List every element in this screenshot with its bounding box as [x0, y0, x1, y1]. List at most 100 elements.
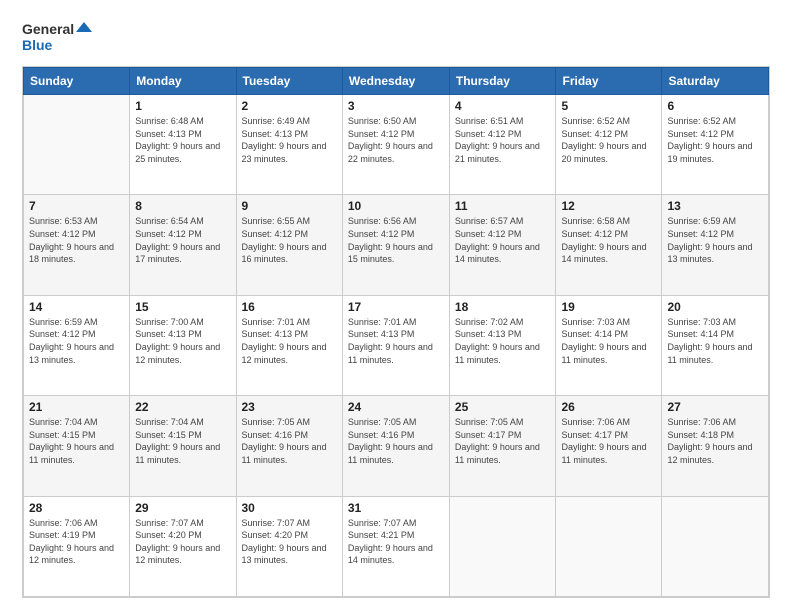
- calendar-table: SundayMondayTuesdayWednesdayThursdayFrid…: [23, 67, 769, 597]
- cell-info: Sunrise: 7:07 AMSunset: 4:21 PMDaylight:…: [348, 517, 444, 567]
- day-number: 17: [348, 300, 444, 314]
- cell-info: Sunrise: 6:52 AMSunset: 4:12 PMDaylight:…: [561, 115, 656, 165]
- calendar-cell: 2Sunrise: 6:49 AMSunset: 4:13 PMDaylight…: [236, 95, 342, 195]
- day-number: 13: [667, 199, 763, 213]
- calendar-cell: 5 Sunrise: 6:52 AMSunset: 4:12 PMDaylight…: [556, 95, 662, 195]
- svg-text:Blue: Blue: [22, 37, 53, 53]
- week-row-3: 14 Sunrise: 6:59 AMSunset: 4:12 PMDayligh…: [24, 295, 769, 395]
- cell-info: Sunrise: 7:05 AMSunset: 4:16 PMDaylight:…: [242, 416, 337, 466]
- day-header-sunday: Sunday: [24, 68, 130, 95]
- calendar-cell: 1 Sunrise: 6:48 AMSunset: 4:13 PMDaylight…: [130, 95, 236, 195]
- cell-info: Sunrise: 6:57 AMSunset: 4:12 PMDaylight:…: [455, 215, 551, 265]
- day-number: 1: [135, 99, 230, 113]
- calendar-cell: 4 Sunrise: 6:51 AMSunset: 4:12 PMDaylight…: [449, 95, 556, 195]
- header-row: SundayMondayTuesdayWednesdayThursdayFrid…: [24, 68, 769, 95]
- day-number: 27: [667, 400, 763, 414]
- day-header-wednesday: Wednesday: [342, 68, 449, 95]
- day-number: 15: [135, 300, 230, 314]
- day-number: 23: [242, 400, 337, 414]
- cell-info: Sunrise: 7:04 AMSunset: 4:15 PMDaylight:…: [29, 416, 124, 466]
- day-number: 10: [348, 199, 444, 213]
- day-number: 28: [29, 501, 124, 515]
- calendar-cell: 22Sunrise: 7:04 AMSunset: 4:15 PMDayligh…: [130, 396, 236, 496]
- cell-info: Sunrise: 6:54 AMSunset: 4:12 PMDaylight:…: [135, 215, 230, 265]
- calendar: SundayMondayTuesdayWednesdayThursdayFrid…: [22, 66, 770, 598]
- cell-info: Sunrise: 7:07 AMSunset: 4:20 PMDaylight:…: [242, 517, 337, 567]
- day-number: 5: [561, 99, 656, 113]
- logo: General Blue: [22, 18, 92, 56]
- cell-info: Sunrise: 6:51 AMSunset: 4:12 PMDaylight:…: [455, 115, 551, 165]
- day-number: 26: [561, 400, 656, 414]
- day-number: 25: [455, 400, 551, 414]
- cell-info: Sunrise: 6:49 AMSunset: 4:13 PMDaylight:…: [242, 115, 337, 165]
- cell-info: Sunrise: 7:05 AMSunset: 4:16 PMDaylight:…: [348, 416, 444, 466]
- cell-info: Sunrise: 7:07 AMSunset: 4:20 PMDaylight:…: [135, 517, 230, 567]
- calendar-cell: 30 Sunrise: 7:07 AMSunset: 4:20 PMDayligh…: [236, 496, 342, 596]
- day-number: 8: [135, 199, 230, 213]
- calendar-cell: [556, 496, 662, 596]
- cell-info: Sunrise: 6:59 AMSunset: 4:12 PMDaylight:…: [29, 316, 124, 366]
- calendar-cell: 17Sunrise: 7:01 AMSunset: 4:13 PMDayligh…: [342, 295, 449, 395]
- week-row-1: 1 Sunrise: 6:48 AMSunset: 4:13 PMDaylight…: [24, 95, 769, 195]
- calendar-cell: 6Sunrise: 6:52 AMSunset: 4:12 PMDaylight…: [662, 95, 769, 195]
- cell-info: Sunrise: 6:55 AMSunset: 4:12 PMDaylight:…: [242, 215, 337, 265]
- day-number: 4: [455, 99, 551, 113]
- calendar-cell: 28 Sunrise: 7:06 AMSunset: 4:19 PMDayligh…: [24, 496, 130, 596]
- calendar-cell: 3Sunrise: 6:50 AMSunset: 4:12 PMDaylight…: [342, 95, 449, 195]
- cell-info: Sunrise: 6:56 AMSunset: 4:12 PMDaylight:…: [348, 215, 444, 265]
- day-number: 21: [29, 400, 124, 414]
- cell-info: Sunrise: 7:06 AMSunset: 4:17 PMDaylight:…: [561, 416, 656, 466]
- calendar-cell: [24, 95, 130, 195]
- day-number: 9: [242, 199, 337, 213]
- day-number: 14: [29, 300, 124, 314]
- cell-info: Sunrise: 6:58 AMSunset: 4:12 PMDaylight:…: [561, 215, 656, 265]
- cell-info: Sunrise: 7:06 AMSunset: 4:19 PMDaylight:…: [29, 517, 124, 567]
- cell-info: Sunrise: 7:00 AMSunset: 4:13 PMDaylight:…: [135, 316, 230, 366]
- calendar-cell: 13Sunrise: 6:59 AMSunset: 4:12 PMDayligh…: [662, 195, 769, 295]
- calendar-cell: 29 Sunrise: 7:07 AMSunset: 4:20 PMDayligh…: [130, 496, 236, 596]
- calendar-cell: [662, 496, 769, 596]
- calendar-cell: 11 Sunrise: 6:57 AMSunset: 4:12 PMDayligh…: [449, 195, 556, 295]
- calendar-cell: 20 Sunrise: 7:03 AMSunset: 4:14 PMDayligh…: [662, 295, 769, 395]
- header: General Blue: [22, 18, 770, 56]
- day-number: 30: [242, 501, 337, 515]
- cell-info: Sunrise: 7:01 AMSunset: 4:13 PMDaylight:…: [242, 316, 337, 366]
- day-number: 31: [348, 501, 444, 515]
- cell-info: Sunrise: 7:03 AMSunset: 4:14 PMDaylight:…: [561, 316, 656, 366]
- day-number: 11: [455, 199, 551, 213]
- day-header-monday: Monday: [130, 68, 236, 95]
- cell-info: Sunrise: 7:02 AMSunset: 4:13 PMDaylight:…: [455, 316, 551, 366]
- week-row-5: 28 Sunrise: 7:06 AMSunset: 4:19 PMDayligh…: [24, 496, 769, 596]
- day-number: 12: [561, 199, 656, 213]
- cell-info: Sunrise: 7:06 AMSunset: 4:18 PMDaylight:…: [667, 416, 763, 466]
- day-number: 20: [667, 300, 763, 314]
- calendar-cell: [449, 496, 556, 596]
- day-number: 7: [29, 199, 124, 213]
- cell-info: Sunrise: 7:04 AMSunset: 4:15 PMDaylight:…: [135, 416, 230, 466]
- calendar-cell: 31 Sunrise: 7:07 AMSunset: 4:21 PMDayligh…: [342, 496, 449, 596]
- cell-info: Sunrise: 7:03 AMSunset: 4:14 PMDaylight:…: [667, 316, 763, 366]
- calendar-cell: 21 Sunrise: 7:04 AMSunset: 4:15 PMDayligh…: [24, 396, 130, 496]
- day-header-thursday: Thursday: [449, 68, 556, 95]
- calendar-cell: 23 Sunrise: 7:05 AMSunset: 4:16 PMDayligh…: [236, 396, 342, 496]
- day-number: 3: [348, 99, 444, 113]
- day-number: 29: [135, 501, 230, 515]
- calendar-cell: 19Sunrise: 7:03 AMSunset: 4:14 PMDayligh…: [556, 295, 662, 395]
- calendar-cell: 9 Sunrise: 6:55 AMSunset: 4:12 PMDaylight…: [236, 195, 342, 295]
- week-row-4: 21 Sunrise: 7:04 AMSunset: 4:15 PMDayligh…: [24, 396, 769, 496]
- calendar-cell: 14 Sunrise: 6:59 AMSunset: 4:12 PMDayligh…: [24, 295, 130, 395]
- day-number: 24: [348, 400, 444, 414]
- calendar-cell: 7Sunrise: 6:53 AMSunset: 4:12 PMDaylight…: [24, 195, 130, 295]
- day-header-tuesday: Tuesday: [236, 68, 342, 95]
- calendar-cell: 25Sunrise: 7:05 AMSunset: 4:17 PMDayligh…: [449, 396, 556, 496]
- calendar-cell: 15 Sunrise: 7:00 AMSunset: 4:13 PMDayligh…: [130, 295, 236, 395]
- calendar-cell: 24 Sunrise: 7:05 AMSunset: 4:16 PMDayligh…: [342, 396, 449, 496]
- week-row-2: 7Sunrise: 6:53 AMSunset: 4:12 PMDaylight…: [24, 195, 769, 295]
- logo-svg: General Blue: [22, 18, 92, 56]
- cell-info: Sunrise: 6:48 AMSunset: 4:13 PMDaylight:…: [135, 115, 230, 165]
- day-number: 6: [667, 99, 763, 113]
- day-header-friday: Friday: [556, 68, 662, 95]
- calendar-cell: 16 Sunrise: 7:01 AMSunset: 4:13 PMDayligh…: [236, 295, 342, 395]
- day-number: 16: [242, 300, 337, 314]
- calendar-cell: 12 Sunrise: 6:58 AMSunset: 4:12 PMDayligh…: [556, 195, 662, 295]
